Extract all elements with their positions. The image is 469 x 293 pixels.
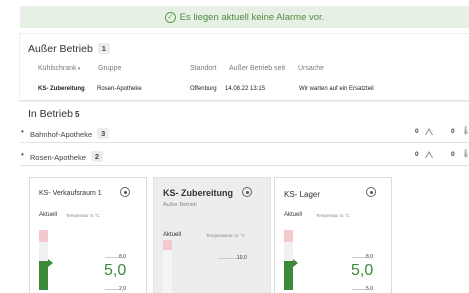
- temperature-unit-label: Temperaturen in °C: [206, 233, 245, 238]
- aktuell-label: Aktuell: [163, 232, 182, 238]
- aktuell-label: Aktuell: [284, 212, 303, 218]
- col-kuehlschrank-label: Kühlschrank: [38, 65, 77, 72]
- in-betrieb-count: 5: [74, 110, 80, 119]
- upper-limit-value: 8,0: [119, 254, 126, 260]
- lower-limit-value: 5,0: [366, 286, 373, 292]
- cell-ursache: Wir warten auf ein Ersatzteil: [299, 86, 374, 92]
- cell-gruppe: Rosen-Apotheke: [97, 86, 142, 92]
- in-betrieb-title-text: In Betrieb: [28, 108, 73, 120]
- col-standort[interactable]: Standort: [190, 65, 216, 72]
- group-name: Rosen-Apotheke 2: [30, 151, 104, 162]
- temp-alarm-count: 0: [451, 128, 455, 135]
- lower-limit-line: [352, 289, 366, 290]
- group-name-text: Rosen-Apotheke: [30, 153, 86, 162]
- col-kuehlschrank[interactable]: Kühlschrank ▾: [38, 65, 80, 72]
- ausser-betrieb-count: 1: [97, 43, 110, 54]
- gauge-alarm-zone: [284, 230, 293, 242]
- temperature-gauge: [163, 240, 172, 293]
- cell-seit: 14.08.22 13:15: [225, 86, 266, 92]
- check-circle-icon: ✓: [164, 11, 176, 23]
- upper-limit-line: [218, 258, 238, 259]
- dashboard: ✓ Es liegen aktuell keine Alarme vor. Au…: [0, 0, 469, 293]
- upper-limit-value: 8,0: [366, 254, 373, 260]
- temperature-unit-label: Temperatur in °C: [66, 213, 100, 218]
- current-value-arrow-icon: [293, 259, 298, 267]
- aktuell-label: Aktuell: [39, 212, 58, 218]
- group-row-rosen-apotheke[interactable]: • Rosen-Apotheke 2 0 0 🌡: [20, 147, 469, 166]
- upper-limit-line: [105, 257, 119, 258]
- caret-down-icon: ▾: [76, 66, 81, 72]
- in-betrieb-title: In Betrieb 5: [28, 108, 79, 120]
- bullet-icon: •: [21, 127, 24, 136]
- current-temperature: 5,0: [351, 262, 374, 279]
- ausser-betrieb-card: Außer Betrieb 1 Kühlschrank ▾ Gruppe Stan…: [20, 34, 469, 101]
- col-ausser-betrieb-seit[interactable]: Außer Betrieb seit: [229, 65, 285, 72]
- device-name: KS- Zubereitung: [163, 188, 233, 198]
- lower-limit-line: [105, 289, 119, 290]
- current-value-arrow-icon: [48, 259, 53, 267]
- circle-dot-icon[interactable]: [120, 187, 130, 197]
- thermometer-icon: 🌡: [461, 126, 469, 135]
- group-count: 3: [97, 128, 110, 139]
- cell-kuehlschrank: KS- Zubereitung: [38, 86, 85, 92]
- temperature-unit-label: Temperatur in °C: [316, 213, 350, 218]
- warning-triangle-icon: [425, 151, 433, 158]
- group-name: Bahnhof-Apotheke 3: [30, 128, 110, 139]
- gauge-level-fill: [284, 261, 293, 290]
- group-count: 2: [90, 151, 104, 162]
- col-ursache[interactable]: Ursache: [298, 65, 324, 72]
- lower-limit-value: 2,0: [119, 286, 126, 292]
- device-card-lager[interactable]: KS- Lager Aktuell Temperatur in °C 8,0 5…: [274, 177, 392, 293]
- circle-dot-icon[interactable]: [366, 187, 376, 197]
- gauge-alarm-zone: [163, 240, 172, 250]
- alarm-status-banner: ✓ Es liegen aktuell keine Alarme vor.: [20, 6, 469, 28]
- group-row-bahnhof-apotheke[interactable]: • Bahnhof-Apotheke 3 0 0 🌡: [20, 124, 469, 143]
- ausser-betrieb-title-text: Außer Betrieb: [28, 43, 93, 55]
- group-name-text: Bahnhof-Apotheke: [30, 130, 93, 139]
- temperature-gauge: [284, 230, 293, 290]
- alarm-count: 0: [415, 151, 419, 158]
- thermometer-icon: 🌡: [461, 149, 469, 158]
- alarm-count: 0: [415, 128, 419, 135]
- circle-dot-icon[interactable]: [242, 187, 252, 197]
- device-name: KS- Lager: [284, 190, 321, 199]
- temp-alarm-count: 0: [451, 151, 455, 158]
- device-card-zubereitung[interactable]: KS- Zubereitung Außer Betrieb Aktuell Te…: [153, 177, 271, 293]
- warning-triangle-icon: [425, 128, 433, 135]
- device-name: KS- Verkaufsraum 1: [39, 190, 102, 197]
- gauge-alarm-zone: [39, 230, 48, 242]
- col-gruppe[interactable]: Gruppe: [98, 65, 121, 72]
- ausser-betrieb-title: Außer Betrieb 1: [28, 43, 110, 55]
- cell-standort: Offenburg: [190, 86, 217, 92]
- gauge-level-fill: [39, 261, 48, 290]
- bullet-icon: •: [21, 150, 24, 159]
- device-status: Außer Betrieb: [163, 202, 197, 208]
- current-temperature: 5,0: [104, 262, 127, 279]
- device-card-verkaufsraum-1[interactable]: KS- Verkaufsraum 1 Aktuell Temperatur in…: [29, 177, 147, 293]
- upper-limit-value: 10,0: [237, 255, 247, 261]
- upper-limit-line: [352, 257, 366, 258]
- temperature-gauge: [39, 230, 48, 290]
- banner-text: Es liegen aktuell keine Alarme vor.: [179, 11, 325, 23]
